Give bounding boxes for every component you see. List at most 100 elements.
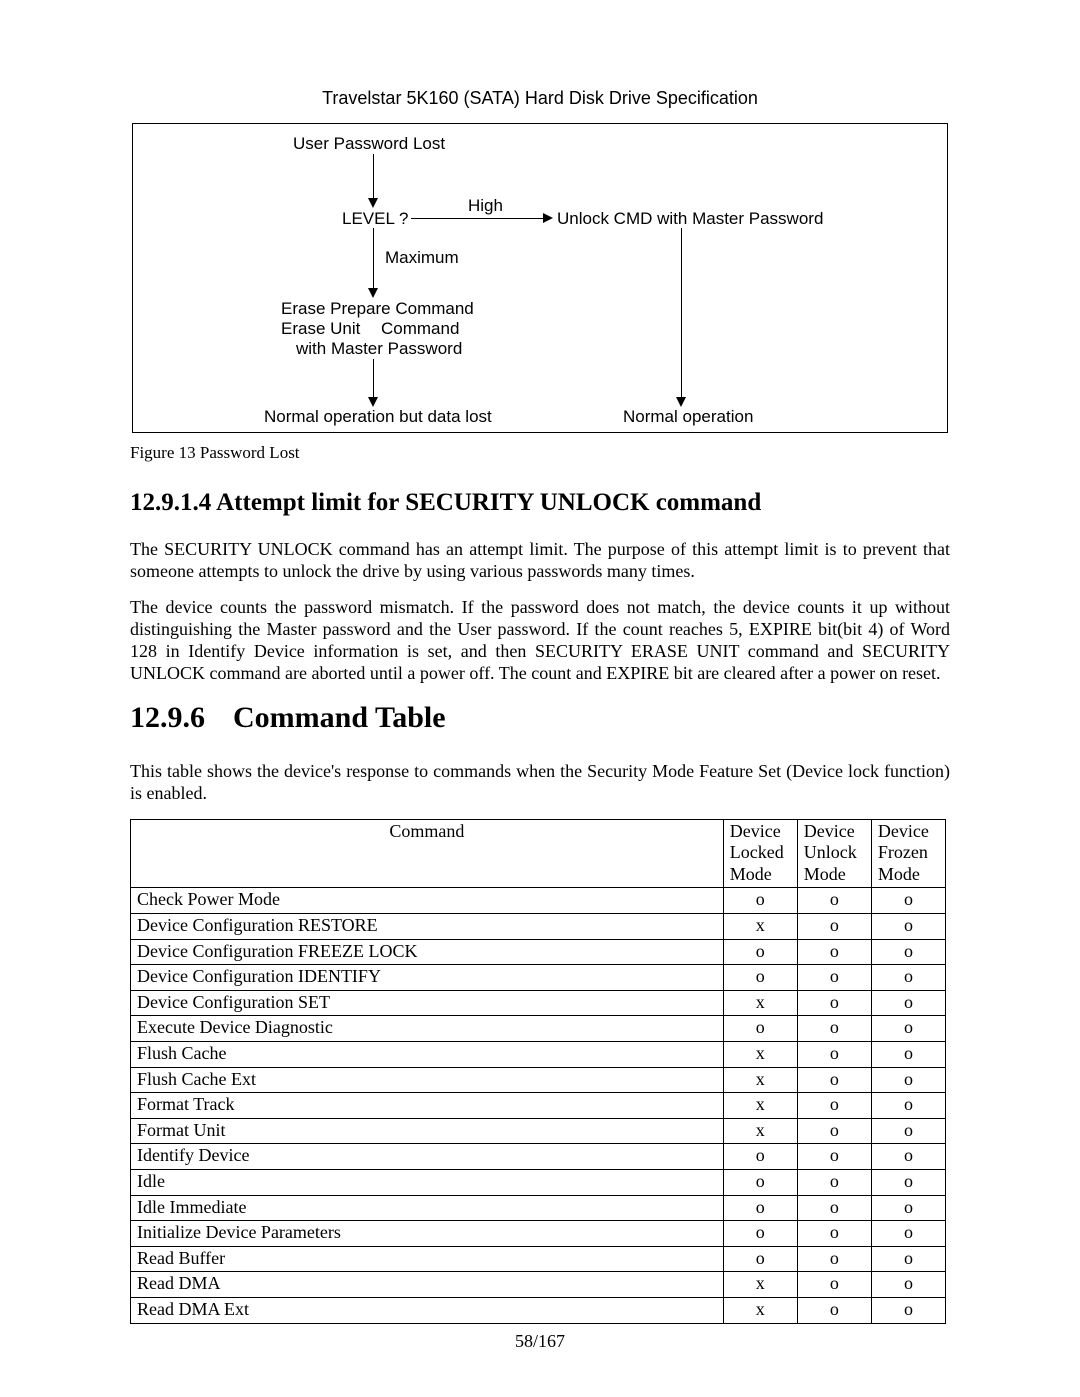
td-frozen: o xyxy=(871,1221,945,1247)
td-frozen: o xyxy=(871,1195,945,1221)
td-command: Device Configuration IDENTIFY xyxy=(131,965,724,991)
td-unlock: o xyxy=(797,1041,871,1067)
diagram-label-normal-lost: Normal operation but data lost xyxy=(264,407,492,427)
password-lost-diagram: User Password Lost LEVEL ? High Unlock C… xyxy=(132,123,948,433)
td-command: Read DMA xyxy=(131,1272,724,1298)
diagram-arrow xyxy=(373,154,374,198)
td-unlock: o xyxy=(797,1067,871,1093)
section-heading-command-table: 12.9.6 Command Table xyxy=(130,701,950,735)
td-unlock: o xyxy=(797,1272,871,1298)
diagram-arrow xyxy=(681,228,682,397)
table-row: Device Configuration IDENTIFYooo xyxy=(131,965,946,991)
td-locked: o xyxy=(723,1195,797,1221)
table-row: Device Configuration FREEZE LOCKooo xyxy=(131,939,946,965)
td-command: Format Unit xyxy=(131,1118,724,1144)
table-row: Initialize Device Parametersooo xyxy=(131,1221,946,1247)
td-locked: o xyxy=(723,1221,797,1247)
td-command: Flush Cache Ext xyxy=(131,1067,724,1093)
section-title: Command Table xyxy=(233,701,446,734)
td-frozen: o xyxy=(871,888,945,914)
td-frozen: o xyxy=(871,1272,945,1298)
td-locked: o xyxy=(723,939,797,965)
th-unlock: Device Unlock Mode xyxy=(797,819,871,888)
td-locked: o xyxy=(723,888,797,914)
td-unlock: o xyxy=(797,1297,871,1323)
table-row: Execute Device Diagnosticooo xyxy=(131,1016,946,1042)
td-frozen: o xyxy=(871,1016,945,1042)
diagram-label-erase-unit-2: Command xyxy=(381,319,459,339)
section-heading-attempt-limit: 12.9.1.4 Attempt limit for SECURITY UNLO… xyxy=(130,489,950,517)
td-frozen: o xyxy=(871,990,945,1016)
diagram-arrow xyxy=(373,228,374,288)
table-row: Device Configuration SETxoo xyxy=(131,990,946,1016)
diagram-label-user-pwd-lost: User Password Lost xyxy=(293,134,445,154)
td-unlock: o xyxy=(797,914,871,940)
th-text: Device xyxy=(730,821,781,841)
td-command: Flush Cache xyxy=(131,1041,724,1067)
td-frozen: o xyxy=(871,1067,945,1093)
td-command: Identify Device xyxy=(131,1144,724,1170)
section-number: 12.9.6 xyxy=(130,701,205,734)
td-unlock: o xyxy=(797,1246,871,1272)
td-unlock: o xyxy=(797,939,871,965)
th-frozen: Device Frozen Mode xyxy=(871,819,945,888)
td-locked: o xyxy=(723,965,797,991)
td-frozen: o xyxy=(871,1093,945,1119)
diagram-label-erase-prepare: Erase Prepare Command xyxy=(281,299,474,319)
table-header-row: Command Device Locked Mode Device Unlock… xyxy=(131,819,946,888)
diagram-arrow-head xyxy=(368,198,378,208)
td-locked: x xyxy=(723,914,797,940)
diagram-label-normal-op: Normal operation xyxy=(623,407,753,427)
td-unlock: o xyxy=(797,965,871,991)
diagram-arrow xyxy=(411,218,543,219)
diagram-arrow xyxy=(373,359,374,397)
diagram-arrow-head xyxy=(676,397,686,407)
table-row: Format Trackxoo xyxy=(131,1093,946,1119)
diagram-label-with-master: with Master Password xyxy=(296,339,462,359)
page-number: 58/167 xyxy=(0,1331,1080,1352)
page: Travelstar 5K160 (SATA) Hard Disk Drive … xyxy=(0,0,1080,1324)
section-number: 12.9.1.4 xyxy=(130,489,211,516)
body-paragraph: The SECURITY UNLOCK command has an attem… xyxy=(130,539,950,583)
td-unlock: o xyxy=(797,1016,871,1042)
table-row: Read DMAxoo xyxy=(131,1272,946,1298)
table-row: Check Power Modeooo xyxy=(131,888,946,914)
td-locked: o xyxy=(723,1144,797,1170)
table-row: Format Unitxoo xyxy=(131,1118,946,1144)
td-unlock: o xyxy=(797,1144,871,1170)
diagram-label-erase-unit-1: Erase Unit xyxy=(281,319,360,339)
table-row: Read Bufferooo xyxy=(131,1246,946,1272)
th-command: Command xyxy=(131,819,724,888)
td-locked: x xyxy=(723,1118,797,1144)
diagram-label-maximum: Maximum xyxy=(385,248,459,268)
td-locked: x xyxy=(723,990,797,1016)
td-frozen: o xyxy=(871,939,945,965)
body-paragraph: This table shows the device's response t… xyxy=(130,761,950,805)
th-text: Mode xyxy=(730,864,772,884)
table-row: Flush Cachexoo xyxy=(131,1041,946,1067)
th-text: Mode xyxy=(804,864,846,884)
th-text: Device xyxy=(878,821,929,841)
td-locked: x xyxy=(723,1093,797,1119)
th-text: Unlock xyxy=(804,842,857,862)
td-frozen: o xyxy=(871,1041,945,1067)
td-command: Device Configuration FREEZE LOCK xyxy=(131,939,724,965)
td-command: Execute Device Diagnostic xyxy=(131,1016,724,1042)
th-locked: Device Locked Mode xyxy=(723,819,797,888)
td-unlock: o xyxy=(797,990,871,1016)
diagram-label-level: LEVEL ? xyxy=(342,209,408,229)
td-frozen: o xyxy=(871,1144,945,1170)
td-command: Device Configuration SET xyxy=(131,990,724,1016)
td-command: Check Power Mode xyxy=(131,888,724,914)
td-locked: o xyxy=(723,1016,797,1042)
td-unlock: o xyxy=(797,1118,871,1144)
doc-header-title: Travelstar 5K160 (SATA) Hard Disk Drive … xyxy=(130,88,950,109)
td-command: Format Track xyxy=(131,1093,724,1119)
th-text: Locked xyxy=(730,842,784,862)
table-row: Read DMA Extxoo xyxy=(131,1297,946,1323)
table-row: Identify Deviceooo xyxy=(131,1144,946,1170)
td-locked: x xyxy=(723,1041,797,1067)
td-frozen: o xyxy=(871,1297,945,1323)
td-locked: o xyxy=(723,1246,797,1272)
diagram-arrow-head xyxy=(543,213,553,223)
